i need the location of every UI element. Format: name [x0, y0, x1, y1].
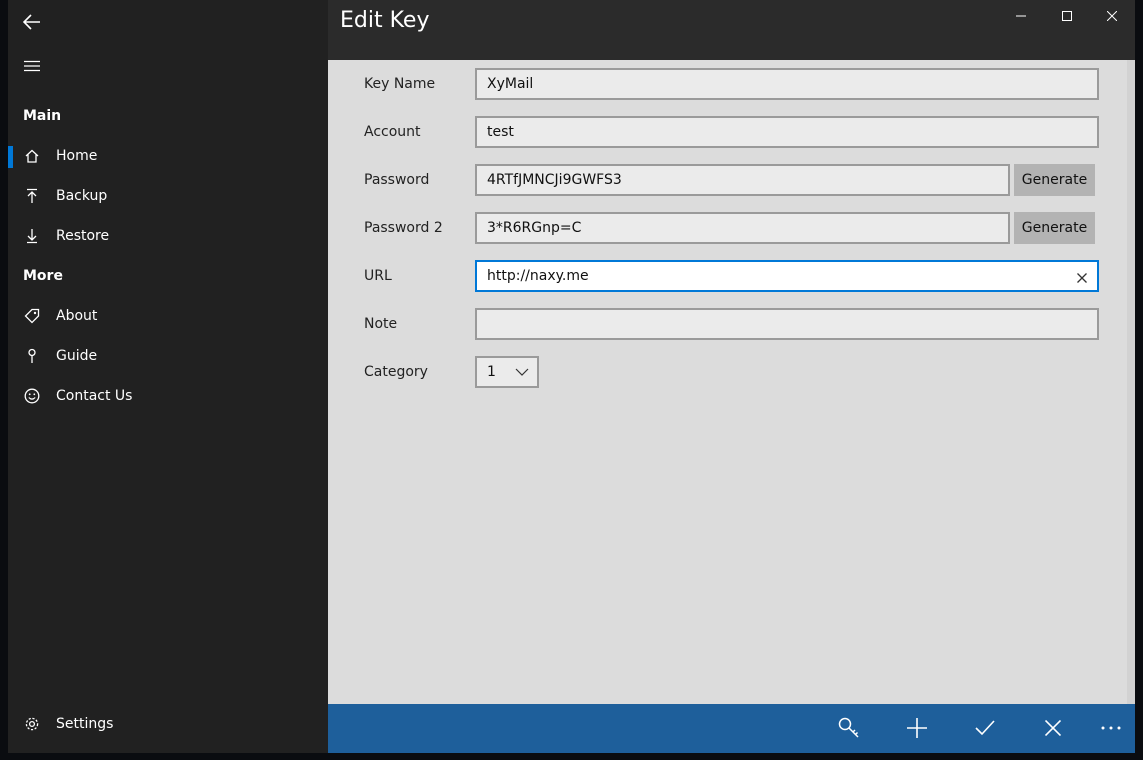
hamburger-menu-button[interactable] [8, 46, 56, 86]
account-label: Account [364, 124, 421, 140]
smiley-icon [24, 388, 40, 404]
account-input[interactable] [475, 116, 1099, 148]
note-label: Note [364, 316, 398, 332]
sidebar-item-label: Backup [56, 188, 108, 204]
navigation-pane: Main Home Backup Restore More About Guid… [8, 0, 328, 753]
sidebar-item-contact-us[interactable]: Contact Us [8, 376, 328, 416]
sidebar-item-backup[interactable]: Backup [8, 176, 328, 216]
cancel-button[interactable] [1029, 704, 1077, 752]
sidebar-item-label: Restore [56, 228, 110, 244]
maximize-icon [1062, 11, 1072, 21]
category-selected-value: 1 [487, 364, 496, 380]
page-title: Edit Key [340, 8, 430, 33]
clear-icon [1077, 273, 1087, 283]
sidebar-item-restore[interactable]: Restore [8, 216, 328, 256]
download-icon [24, 228, 40, 244]
password-input[interactable] [475, 164, 1010, 196]
scrollbar-track[interactable] [1127, 60, 1135, 704]
category-label: Category [364, 364, 428, 380]
sidebar-item-label: About [56, 308, 98, 324]
category-select[interactable]: 1 [475, 356, 539, 388]
note-input[interactable] [475, 308, 1099, 340]
sidebar-item-home[interactable]: Home [8, 136, 328, 176]
chevron-down-icon [515, 368, 529, 376]
hamburger-icon [24, 60, 40, 72]
checkmark-icon [975, 720, 995, 736]
close-icon [1107, 11, 1117, 21]
sidebar-item-about[interactable]: About [8, 296, 328, 336]
upload-icon [24, 188, 40, 204]
url-input[interactable] [475, 260, 1099, 292]
sidebar-item-label: Settings [56, 716, 114, 732]
home-icon [24, 148, 40, 164]
more-icon [1101, 726, 1121, 730]
sidebar-item-label: Guide [56, 348, 98, 364]
back-arrow-icon [23, 14, 40, 30]
pin-icon [24, 348, 40, 364]
password2-input[interactable] [475, 212, 1010, 244]
close-icon [1045, 720, 1061, 736]
more-button[interactable] [1087, 704, 1135, 752]
minimize-button[interactable] [998, 0, 1044, 32]
edit-key-form: Key Name Account Password Generate Passw… [328, 60, 1135, 704]
key-search-icon [838, 717, 859, 738]
back-button[interactable] [8, 2, 56, 42]
maximize-button[interactable] [1044, 0, 1090, 32]
sidebar-item-label: Contact Us [56, 388, 133, 404]
app-window: Main Home Backup Restore More About Guid… [8, 0, 1135, 753]
sidebar-item-guide[interactable]: Guide [8, 336, 328, 376]
sidebar-item-settings[interactable]: Settings [8, 704, 328, 744]
sidebar-item-label: Home [56, 148, 98, 164]
section-header-main: Main [23, 108, 62, 124]
key-name-label: Key Name [364, 76, 436, 92]
close-window-button[interactable] [1089, 0, 1135, 32]
url-label: URL [364, 268, 392, 284]
clear-url-button[interactable] [1070, 266, 1094, 290]
minimize-icon [1016, 15, 1026, 17]
section-header-more: More [23, 268, 63, 284]
password-label: Password [364, 172, 430, 188]
command-bar [328, 704, 1135, 753]
title-bar: Edit Key [328, 0, 1135, 60]
generate-password-button[interactable]: Generate [1014, 164, 1095, 196]
key-search-button[interactable] [825, 704, 873, 752]
generate-password2-button[interactable]: Generate [1014, 212, 1095, 244]
password2-label: Password 2 [364, 220, 443, 236]
save-button[interactable] [961, 704, 1009, 752]
tag-icon [24, 308, 40, 324]
add-button[interactable] [893, 704, 941, 752]
add-icon [907, 718, 927, 738]
key-name-input[interactable] [475, 68, 1099, 100]
gear-icon [24, 716, 40, 732]
